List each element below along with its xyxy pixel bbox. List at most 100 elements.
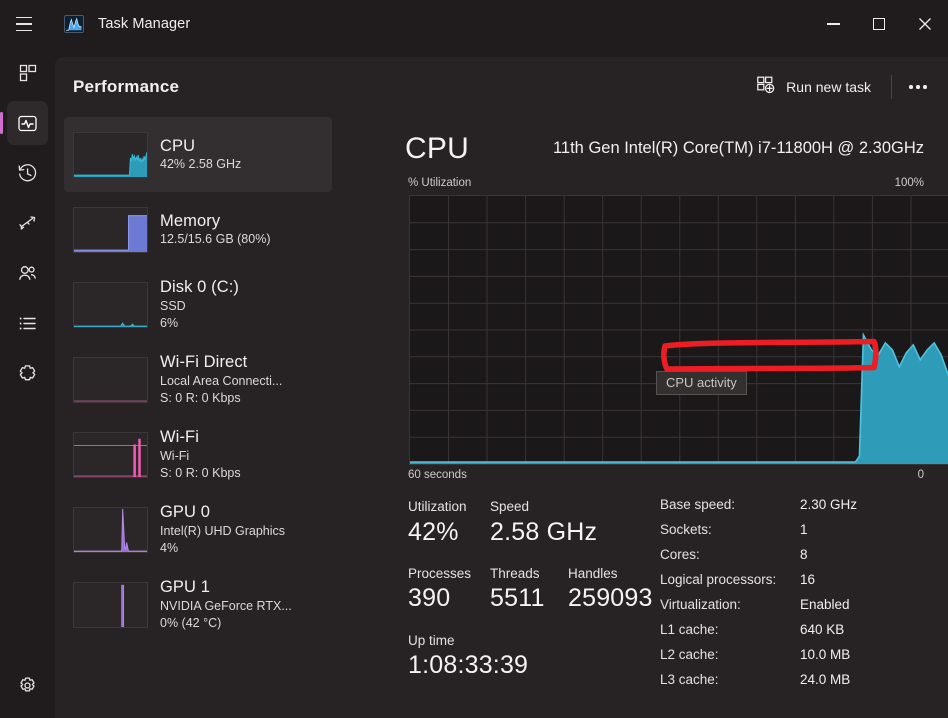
- more-options-button[interactable]: [900, 71, 936, 103]
- ellipsis-icon: [916, 85, 920, 89]
- hamburger-line: [16, 23, 32, 25]
- list-item-subtitle: Intel(R) UHD Graphics: [160, 523, 286, 538]
- minimize-icon: [826, 23, 840, 25]
- stats-row-3: Up time 1:08:33:39: [408, 631, 658, 682]
- close-button[interactable]: [902, 0, 948, 48]
- run-new-task-button[interactable]: Run new task: [746, 70, 881, 104]
- list-item-title: GPU 0: [160, 503, 211, 522]
- list-item-subtitle: SSD: [160, 298, 186, 313]
- stat-key: Threads: [490, 565, 540, 581]
- stat-key: L2 cache:: [660, 647, 719, 662]
- stat-value: 42%: [408, 517, 459, 546]
- services-gear-icon: [17, 363, 38, 384]
- list-item-disk-0[interactable]: Disk 0 (C:) SSD 6%: [64, 267, 332, 342]
- list-item-text: GPU 0 Intel(R) UHD Graphics 4%: [160, 502, 285, 556]
- thumbnail-graph-cpu: [73, 131, 148, 178]
- sidebar-item-users[interactable]: [0, 248, 55, 298]
- stat-value: 24.0 MB: [800, 672, 851, 687]
- cpu-model-label: 11th Gen Intel(R) Core(TM) i7-11800H @ 2…: [552, 139, 924, 157]
- list-item-text: Memory 12.5/15.6 GB (80%): [160, 211, 270, 249]
- sidebar-item-app-history[interactable]: [0, 148, 55, 198]
- thumbnail-graph-wifi: [73, 431, 148, 478]
- stat-base-speed: Base speed: 2.30 GHz: [660, 497, 940, 522]
- stat-key: Up time: [408, 632, 455, 648]
- ellipsis-icon: [923, 85, 927, 89]
- performance-pulse-icon: [17, 113, 38, 134]
- header-divider: [891, 75, 892, 99]
- stat-key: Logical processors:: [660, 572, 777, 587]
- stat-value: 8: [800, 547, 808, 562]
- list-item-title: Memory: [160, 211, 221, 230]
- list-item-title: Disk 0 (C:): [160, 278, 240, 297]
- list-item-subtitle-2: 4%: [160, 540, 179, 555]
- hamburger-line: [16, 29, 32, 32]
- cpu-graph-area: [410, 334, 948, 464]
- list-item-gpu-0[interactable]: GPU 0 Intel(R) UHD Graphics 4%: [64, 492, 332, 567]
- stat-l3-cache: L3 cache: 24.0 MB: [660, 672, 940, 697]
- sidebar-item-details[interactable]: [0, 298, 55, 348]
- thumbnail-graph-gpu-1: [73, 581, 148, 628]
- maximize-button[interactable]: [856, 0, 902, 48]
- run-new-task-icon: [756, 75, 776, 100]
- stat-key: Utilization: [408, 499, 467, 514]
- stat-value: 390: [408, 584, 451, 613]
- stats-row-2: Processes 390 Threads 5511 Handles 25909…: [408, 564, 658, 615]
- minimize-button[interactable]: [810, 0, 856, 48]
- stats-row-1: Utilization 42% Speed 2.58 GHz: [408, 497, 658, 548]
- stat-key: Virtualization:: [660, 597, 741, 612]
- stat-value: 259093: [568, 584, 653, 613]
- graph-y-axis-label: % Utilization: [408, 177, 472, 189]
- sidebar-item-services[interactable]: [0, 348, 55, 398]
- sidebar-item-startup-apps[interactable]: [0, 198, 55, 248]
- navigation-rail: [0, 48, 55, 718]
- list-item-title: GPU 1: [160, 578, 211, 597]
- stat-processes: Processes 390: [408, 564, 490, 615]
- stat-value: 1:08:33:39: [408, 651, 529, 680]
- header-actions: Run new task: [746, 57, 936, 117]
- list-item-subtitle: NVIDIA GeForce RTX...: [160, 598, 292, 613]
- sidebar-item-processes[interactable]: [0, 48, 55, 98]
- window-controls: [810, 0, 948, 48]
- list-item-wifi[interactable]: Wi-Fi Wi-Fi S: 0 R: 0 Kbps: [64, 417, 332, 492]
- stat-key: Cores:: [660, 547, 700, 562]
- maximize-icon: [873, 18, 885, 30]
- graph-x-axis-end: 0: [917, 469, 924, 481]
- sidebar-item-settings[interactable]: [0, 660, 55, 710]
- stat-value: Enabled: [800, 597, 850, 612]
- stat-logical-processors: Logical processors: 16: [660, 572, 940, 597]
- stat-key: Processes: [408, 565, 472, 581]
- hamburger-menu-icon[interactable]: [0, 0, 48, 48]
- thumbnail-graph-memory: [73, 206, 148, 253]
- performance-resource-list[interactable]: CPU 42% 2.58 GHz Memory 12.5/15.6 GB (80…: [64, 117, 332, 718]
- list-item-subtitle-2: S: 0 R: 0 Kbps: [160, 390, 241, 405]
- hamburger-line: [16, 16, 32, 19]
- stat-threads: Threads 5511: [490, 564, 568, 615]
- list-item-subtitle: 42% 2.58 GHz: [160, 157, 242, 172]
- list-item-subtitle-2: S: 0 R: 0 Kbps: [160, 465, 241, 480]
- thumbnail-graph-disk-0: [73, 281, 148, 328]
- run-new-task-label: Run new task: [786, 79, 871, 95]
- startup-rocket-icon: [17, 213, 38, 234]
- task-manager-window: Task Manager Performance Run new task CP…: [0, 0, 948, 718]
- stat-value: 2.58 GHz: [490, 517, 598, 546]
- secondary-stats: Base speed: 2.30 GHz Sockets: 1 Cores: 8…: [660, 497, 940, 697]
- stat-value: 10.0 MB: [800, 647, 851, 662]
- graph-x-axis-start: 60 seconds: [408, 469, 467, 481]
- list-item-subtitle-2: 0% (42 °C): [160, 615, 222, 630]
- list-item-subtitle: Local Area Connecti...: [160, 373, 283, 388]
- stat-speed: Speed 2.58 GHz: [490, 497, 597, 548]
- list-item-memory[interactable]: Memory 12.5/15.6 GB (80%): [64, 192, 332, 267]
- stat-key: L1 cache:: [660, 622, 719, 637]
- list-item-cpu[interactable]: CPU 42% 2.58 GHz: [64, 117, 332, 192]
- cpu-activity-tooltip: CPU activity: [656, 371, 747, 395]
- sidebar-item-performance[interactable]: [0, 98, 55, 148]
- thumbnail-graph-wifi-direct: [73, 356, 148, 403]
- users-icon: [17, 263, 38, 284]
- list-item-wifi-direct[interactable]: Wi-Fi Direct Local Area Connecti... S: 0…: [64, 342, 332, 417]
- list-item-title: CPU: [160, 136, 196, 155]
- list-item-gpu-1[interactable]: GPU 1 NVIDIA GeForce RTX... 0% (42 °C): [64, 567, 332, 642]
- content-panel: Performance Run new task CPU 42% 2.58 GH…: [55, 57, 948, 718]
- processes-grid-icon: [18, 63, 38, 83]
- list-item-title: Wi-Fi: [160, 428, 199, 447]
- stat-value: 5511: [490, 584, 545, 613]
